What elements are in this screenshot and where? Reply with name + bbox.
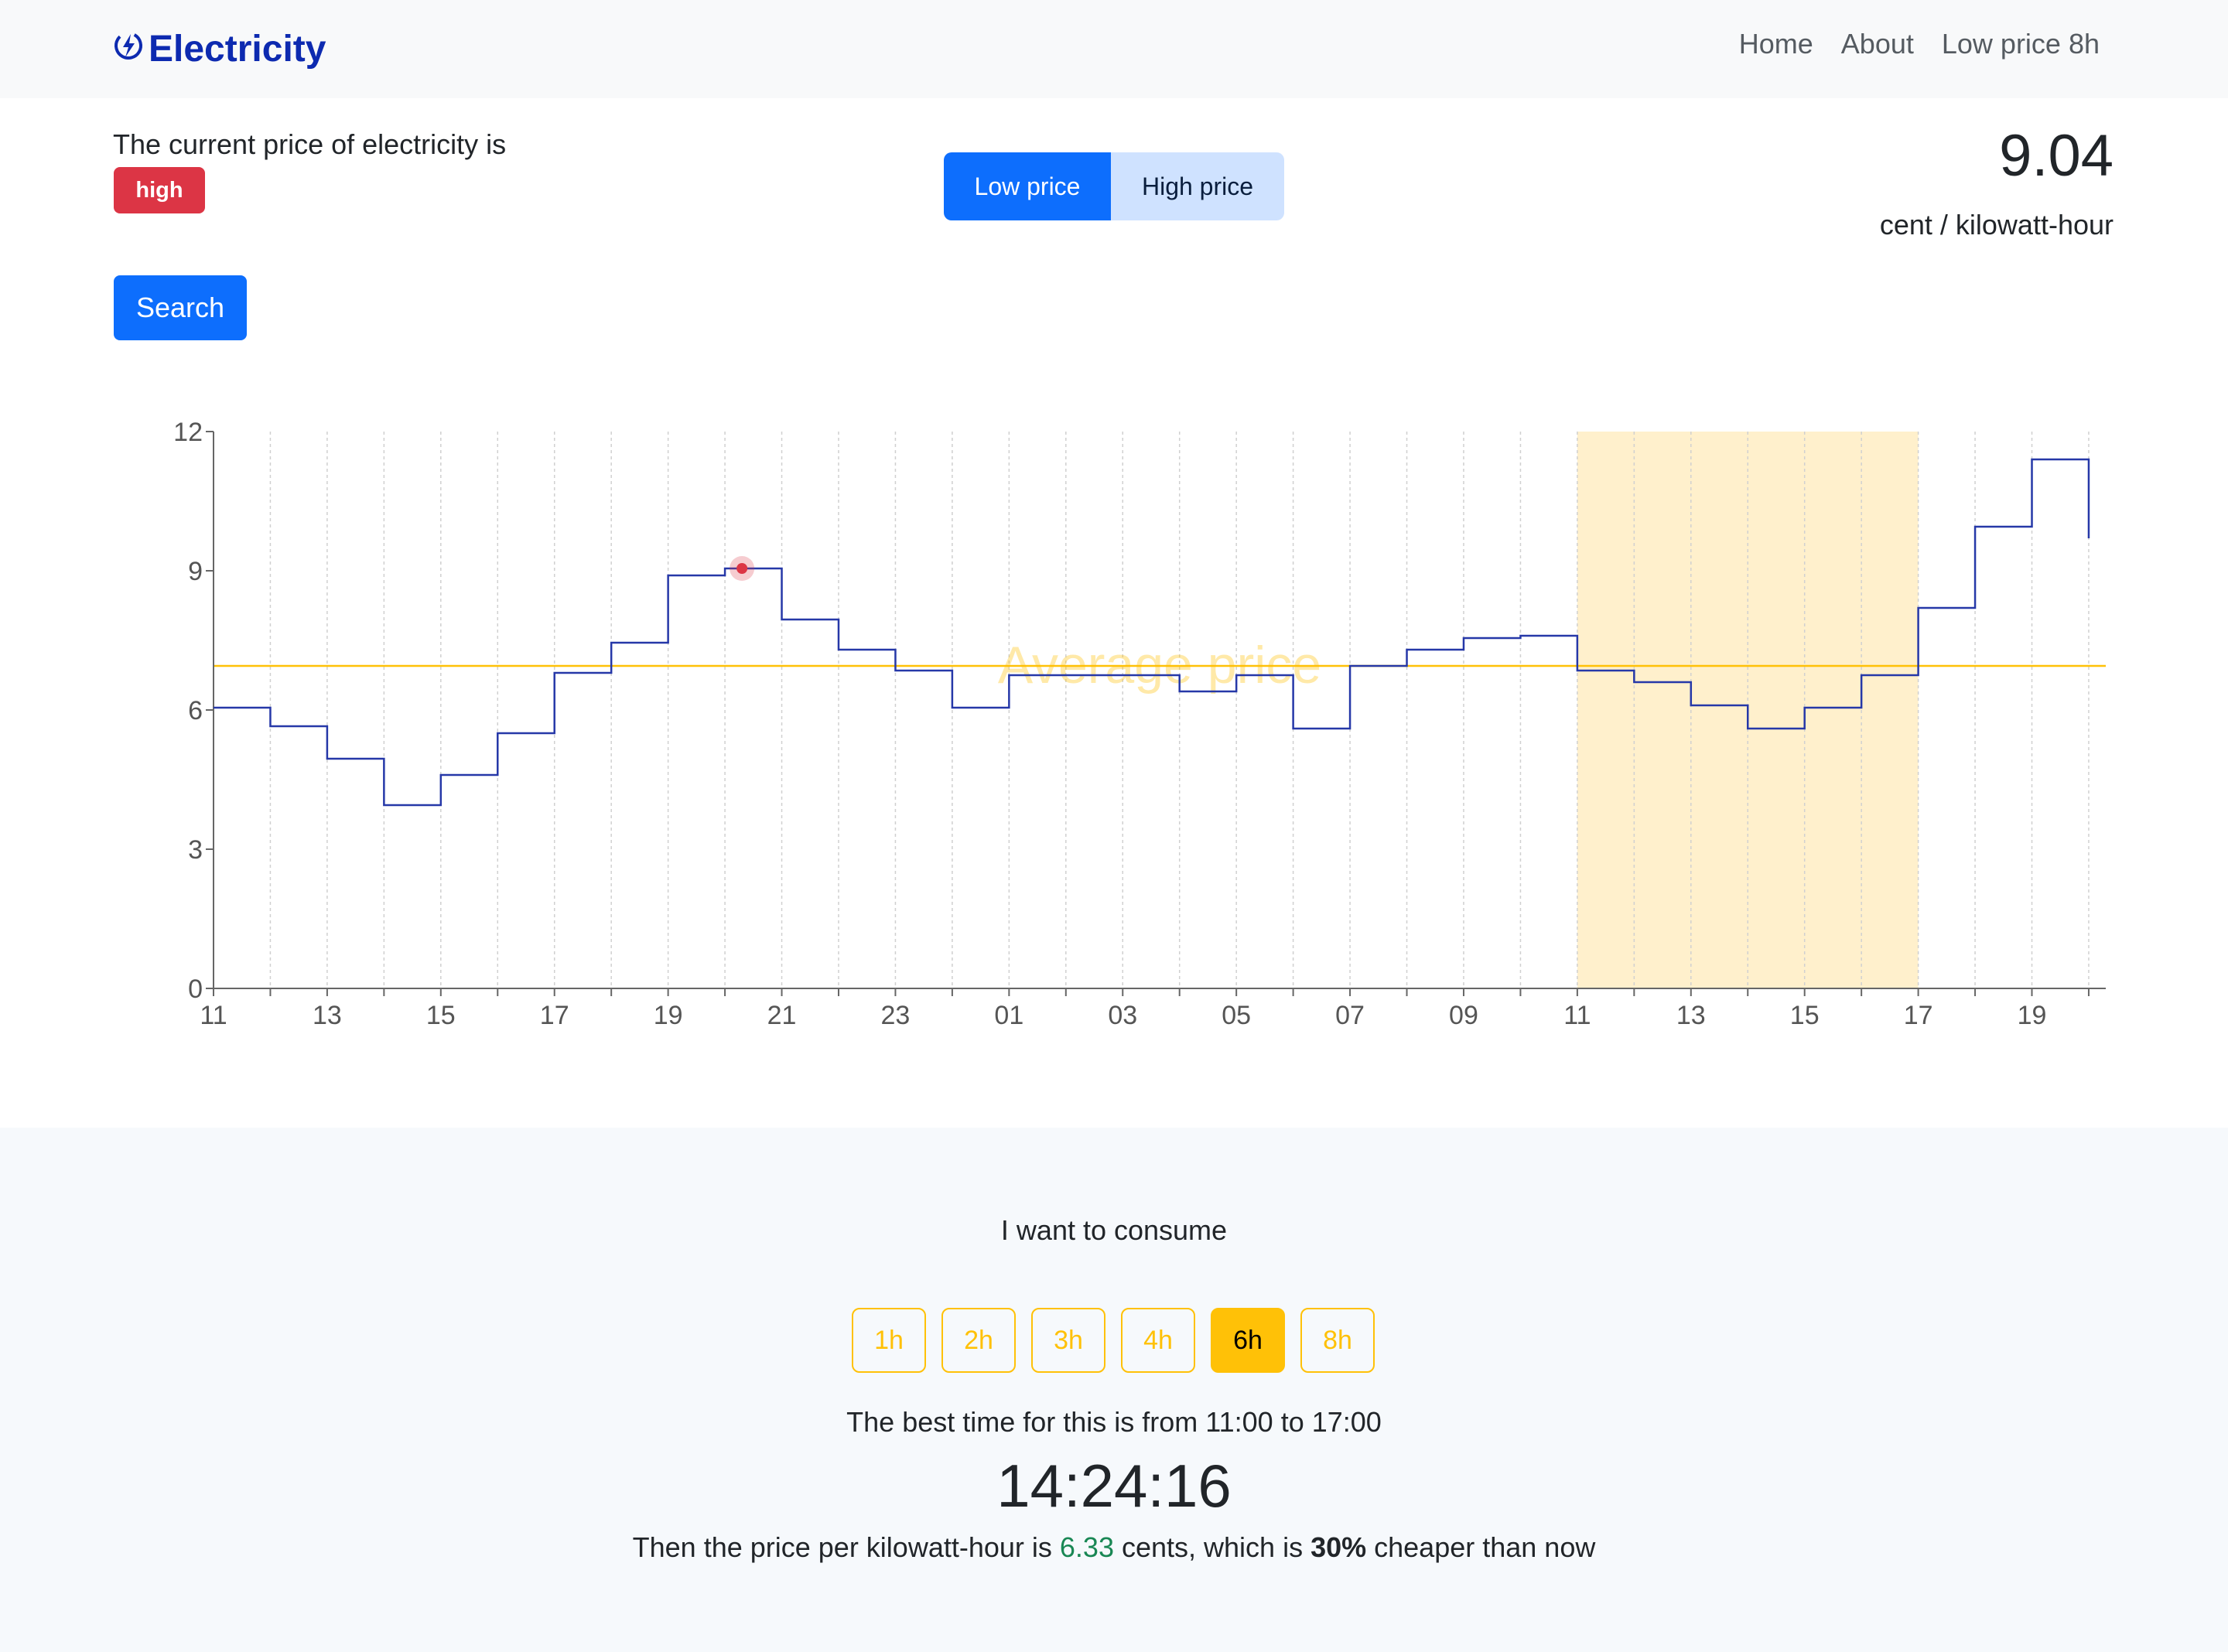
nav-about-link[interactable]: About <box>1841 28 1914 60</box>
x-tick-label: 15 <box>1790 1001 1820 1030</box>
y-tick-label: 6 <box>188 696 203 725</box>
countdown-timer: 14:24:16 <box>996 1452 1232 1520</box>
x-tick-label: 21 <box>767 1001 797 1030</box>
high-price-button[interactable]: High price <box>1111 152 1284 220</box>
duration-3h-button[interactable]: 3h <box>1031 1308 1105 1373</box>
navbar: Electricity Home About Low price 8h <box>0 0 2228 98</box>
savings-percent: 30% <box>1310 1531 1367 1563</box>
duration-2h-button[interactable]: 2h <box>941 1308 1016 1373</box>
x-tick-label: 13 <box>313 1001 342 1030</box>
price-sentence-prefix: Then the price per kilowatt-hour is <box>632 1531 1060 1563</box>
duration-6h-button[interactable]: 6h <box>1211 1308 1285 1373</box>
brand-link[interactable]: Electricity <box>113 23 326 74</box>
current-price-value: 9.04 <box>1999 123 2114 189</box>
x-tick-label: 19 <box>2018 1001 2047 1030</box>
search-button[interactable]: Search <box>114 275 247 340</box>
lightning-icon <box>113 28 144 70</box>
y-tick-label: 0 <box>188 974 203 1004</box>
best-time-text: The best time for this is from 11:00 to … <box>846 1406 1382 1438</box>
average-price-label: Average price <box>998 636 1321 695</box>
y-tick-label: 12 <box>173 418 203 447</box>
nav-home-link[interactable]: Home <box>1739 28 1813 60</box>
price-chart: Average price03691211 13 15 17 19 21 23 01 03 05 0… <box>173 418 2106 1030</box>
nav-links: Home About Low price 8h <box>1739 28 2100 60</box>
x-tick-label: 23 <box>881 1001 911 1030</box>
x-tick-label: 05 <box>1222 1001 1251 1030</box>
x-tick-label: 17 <box>1904 1001 1933 1030</box>
x-tick-label: 11 <box>200 1001 227 1030</box>
price-sentence-suffix: cheaper than now <box>1366 1531 1596 1563</box>
x-tick-label: 07 <box>1335 1001 1365 1030</box>
duration-8h-button[interactable]: 8h <box>1300 1308 1375 1373</box>
price-sentence-middle: cents, which is <box>1113 1531 1311 1563</box>
nav-low-price-8h-link[interactable]: Low price 8h <box>1942 28 2100 60</box>
x-tick-label: 03 <box>1108 1001 1137 1030</box>
price-sentence: Then the price per kilowatt-hour is 6.33… <box>0 1531 2228 1564</box>
price-unit: cent / kilowatt-hour <box>1879 209 2114 241</box>
consume-section: I want to consume 1h 2h 3h 4h 6h 8h The … <box>0 1128 2228 1652</box>
x-tick-label: 09 <box>1449 1001 1478 1030</box>
price-mode-toggle: Low price High price <box>944 152 1284 220</box>
y-tick-label: 3 <box>188 835 203 865</box>
duration-1h-button[interactable]: 1h <box>852 1308 926 1373</box>
y-tick-label: 9 <box>188 557 203 586</box>
duration-group: 1h 2h 3h 4h 6h 8h <box>852 1308 1375 1373</box>
x-tick-label: 13 <box>1676 1001 1706 1030</box>
x-tick-label: 01 <box>994 1001 1023 1030</box>
x-tick-label: 15 <box>426 1001 456 1030</box>
best-price-value: 6.33 <box>1059 1531 1114 1563</box>
brand-name: Electricity <box>149 28 326 70</box>
price-level-badge: high <box>114 167 205 213</box>
low-price-button[interactable]: Low price <box>944 152 1111 220</box>
duration-4h-button[interactable]: 4h <box>1121 1308 1195 1373</box>
x-tick-label: 19 <box>654 1001 683 1030</box>
current-price-point <box>736 563 748 574</box>
consume-label: I want to consume <box>1000 1214 1228 1246</box>
current-price-text: The current price of electricity is <box>113 128 507 160</box>
x-tick-label: 17 <box>540 1001 569 1030</box>
x-tick-label: 11 <box>1563 1001 1591 1030</box>
